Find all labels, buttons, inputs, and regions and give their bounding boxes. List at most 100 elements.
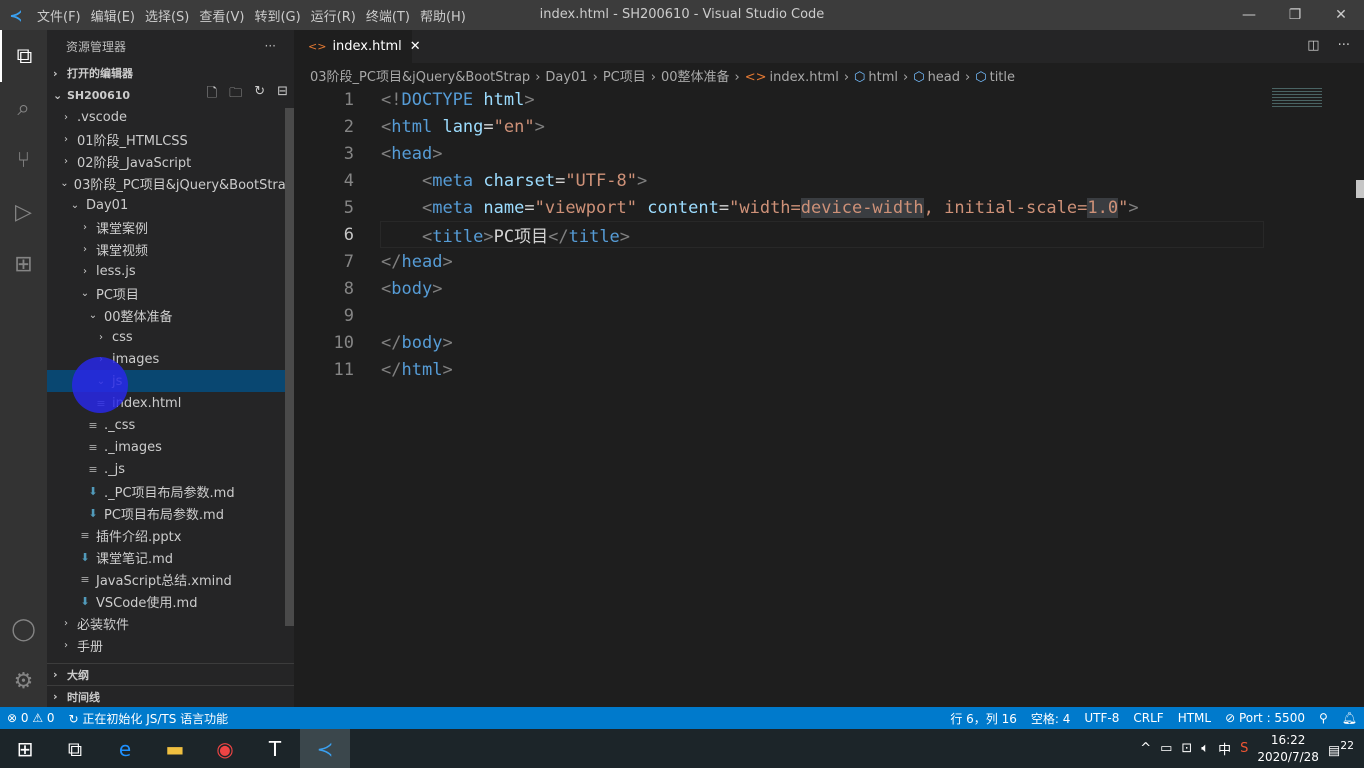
- extensions-icon[interactable]: ⊞: [0, 238, 47, 290]
- tree-item[interactable]: ≡ ._css: [47, 414, 294, 436]
- timeline-section[interactable]: › 时间线: [47, 685, 294, 707]
- more-actions-icon[interactable]: ···: [1338, 38, 1350, 53]
- line-ending[interactable]: CRLF: [1133, 711, 1163, 725]
- sogou-ime-icon[interactable]: S: [1240, 741, 1248, 756]
- new-file-icon[interactable]: 🗋: [207, 84, 217, 106]
- source-control-icon[interactable]: ⑂: [0, 134, 47, 186]
- code-line[interactable]: 3 <head>: [294, 140, 1364, 167]
- code-line[interactable]: 10 </body>: [294, 329, 1364, 356]
- tree-item[interactable]: › css: [47, 326, 294, 348]
- show-hidden-icons[interactable]: ^: [1140, 741, 1151, 756]
- typora-icon[interactable]: T: [250, 729, 300, 768]
- tree-item[interactable]: ⌄ Day01: [47, 194, 294, 216]
- clock[interactable]: 16:22 2020/7/28: [1257, 732, 1319, 766]
- explorer-icon[interactable]: ⧉: [0, 30, 47, 82]
- close-tab-icon[interactable]: ✕: [410, 39, 421, 54]
- tree-item[interactable]: ≡ ._js: [47, 458, 294, 480]
- settings-gear-icon[interactable]: ⚙: [0, 655, 47, 707]
- tree-item[interactable]: ≡ ._images: [47, 436, 294, 458]
- edge-browser-icon[interactable]: e: [100, 729, 150, 768]
- sidebar-scrollbar[interactable]: [285, 108, 294, 626]
- code-line[interactable]: 2 <html lang="en">: [294, 113, 1364, 140]
- menu-item[interactable]: 运行(R): [311, 10, 356, 25]
- close-window-button[interactable]: ✕: [1318, 0, 1364, 30]
- menu-item[interactable]: 文件(F): [37, 10, 81, 25]
- notifications-bell-icon[interactable]: 🔔︎: [1342, 711, 1357, 725]
- tree-item[interactable]: ⬇ PC项目布局参数.md: [47, 502, 294, 524]
- tree-item[interactable]: › 手册: [47, 634, 294, 656]
- action-center-icon[interactable]: ▤22: [1328, 739, 1354, 758]
- tree-item[interactable]: ⬇ VSCode使用.md: [47, 590, 294, 612]
- problems-indicator[interactable]: ⊗ 0 ⚠ 0: [7, 711, 55, 725]
- task-status[interactable]: ↻ 正在初始化 JS/TS 语言功能: [69, 710, 229, 727]
- tree-item[interactable]: ⬇ 课堂笔记.md: [47, 546, 294, 568]
- feedback-icon[interactable]: ⚲: [1319, 711, 1328, 725]
- encoding[interactable]: UTF-8: [1084, 711, 1119, 725]
- battery-icon[interactable]: ▭: [1160, 741, 1172, 756]
- outline-section[interactable]: › 大纲: [47, 663, 294, 685]
- breadcrumb-item[interactable]: PC项目: [603, 70, 646, 85]
- tree-item[interactable]: › 01阶段_HTMLCSS: [47, 128, 294, 150]
- indentation[interactable]: 空格: 4: [1031, 710, 1071, 727]
- menu-item[interactable]: 编辑(E): [91, 10, 135, 25]
- file-explorer-icon[interactable]: ▬: [150, 729, 200, 768]
- live-server-port[interactable]: ⊘ Port : 5500: [1225, 711, 1305, 725]
- tree-item[interactable]: ≡ JavaScript总结.xmind: [47, 568, 294, 590]
- breadcrumb-item[interactable]: index.html: [770, 70, 839, 85]
- breadcrumb-item[interactable]: html: [868, 70, 898, 85]
- vscode-taskbar-icon[interactable]: ≺: [300, 729, 350, 768]
- tree-item[interactable]: › less.js: [47, 260, 294, 282]
- collapse-all-icon[interactable]: ⊟: [277, 84, 288, 106]
- refresh-icon[interactable]: ↻: [254, 84, 265, 106]
- search-icon[interactable]: ⌕: [0, 82, 47, 134]
- code-line[interactable]: 6 <title>PC项目</title>: [294, 221, 1364, 248]
- tree-item[interactable]: ≡ 插件介绍.pptx: [47, 524, 294, 546]
- menu-item[interactable]: 帮助(H): [420, 10, 466, 25]
- tree-item[interactable]: › 课堂视频: [47, 238, 294, 260]
- breadcrumb-item[interactable]: 00整体准备: [661, 70, 730, 85]
- chrome-icon[interactable]: ◉: [200, 729, 250, 768]
- menu-item[interactable]: 终端(T): [366, 10, 410, 25]
- cursor-position[interactable]: 行 6，列 16: [950, 710, 1017, 727]
- code-line[interactable]: 9: [294, 302, 1364, 329]
- code-line[interactable]: 8 <body>: [294, 275, 1364, 302]
- restore-button[interactable]: ❐: [1272, 0, 1318, 30]
- tree-item[interactable]: ⌄ 03阶段_PC项目&jQuery&BootStrap: [47, 172, 294, 194]
- minimize-button[interactable]: —: [1226, 0, 1272, 30]
- tree-item[interactable]: ⬇ ._PC项目布局参数.md: [47, 480, 294, 502]
- breadcrumb-item[interactable]: Day01: [545, 70, 587, 85]
- code-editor[interactable]: 1 <!DOCTYPE html> 2 <html lang="en"> 3 <head>…: [294, 86, 1364, 383]
- code-line[interactable]: 5 <meta name="viewport" content="width=d…: [294, 194, 1364, 221]
- editor-scrollbar[interactable]: [1356, 180, 1364, 198]
- tab-index-html[interactable]: <> index.html ✕: [294, 30, 421, 63]
- code-line[interactable]: 7 </head>: [294, 248, 1364, 275]
- open-editors-section[interactable]: › 打开的编辑器: [47, 62, 294, 84]
- task-view-icon[interactable]: ⧉: [50, 729, 100, 768]
- tree-item[interactable]: ⌄ PC项目: [47, 282, 294, 304]
- windows-start-icon[interactable]: ⊞: [0, 729, 50, 768]
- more-actions-button[interactable]: ···: [265, 39, 276, 53]
- menu-item[interactable]: 选择(S): [145, 10, 189, 25]
- new-folder-icon[interactable]: 🗀: [229, 84, 242, 106]
- breadcrumb-item[interactable]: 03阶段_PC项目&jQuery&BootStrap: [310, 70, 530, 85]
- menu-item[interactable]: 转到(G): [254, 10, 300, 25]
- split-editor-icon[interactable]: ◫: [1307, 38, 1319, 53]
- code-line[interactable]: 11 </html>: [294, 356, 1364, 383]
- account-icon[interactable]: ◯: [0, 603, 47, 655]
- tree-item[interactable]: › 课堂案例: [47, 216, 294, 238]
- ime-indicator[interactable]: 中: [1218, 739, 1231, 758]
- tree-item[interactable]: › 02阶段_JavaScript: [47, 150, 294, 172]
- tree-item[interactable]: › 必装软件: [47, 612, 294, 634]
- run-debug-icon[interactable]: ▷: [0, 186, 47, 238]
- breadcrumb-item[interactable]: head: [928, 70, 960, 85]
- workspace-section[interactable]: ⌄ SH200610 🗋 🗀 ↻ ⊟: [47, 84, 294, 106]
- code-line[interactable]: 4 <meta charset="UTF-8">: [294, 167, 1364, 194]
- tree-item[interactable]: ⌄ 00整体准备: [47, 304, 294, 326]
- network-icon[interactable]: ⊡: [1181, 741, 1192, 756]
- code-line[interactable]: 1 <!DOCTYPE html>: [294, 86, 1364, 113]
- tree-item[interactable]: › .vscode: [47, 106, 294, 128]
- menu-item[interactable]: 查看(V): [199, 10, 244, 25]
- breadcrumb-item[interactable]: title: [990, 70, 1015, 85]
- minimap[interactable]: [1272, 86, 1322, 108]
- language-mode[interactable]: HTML: [1178, 711, 1211, 725]
